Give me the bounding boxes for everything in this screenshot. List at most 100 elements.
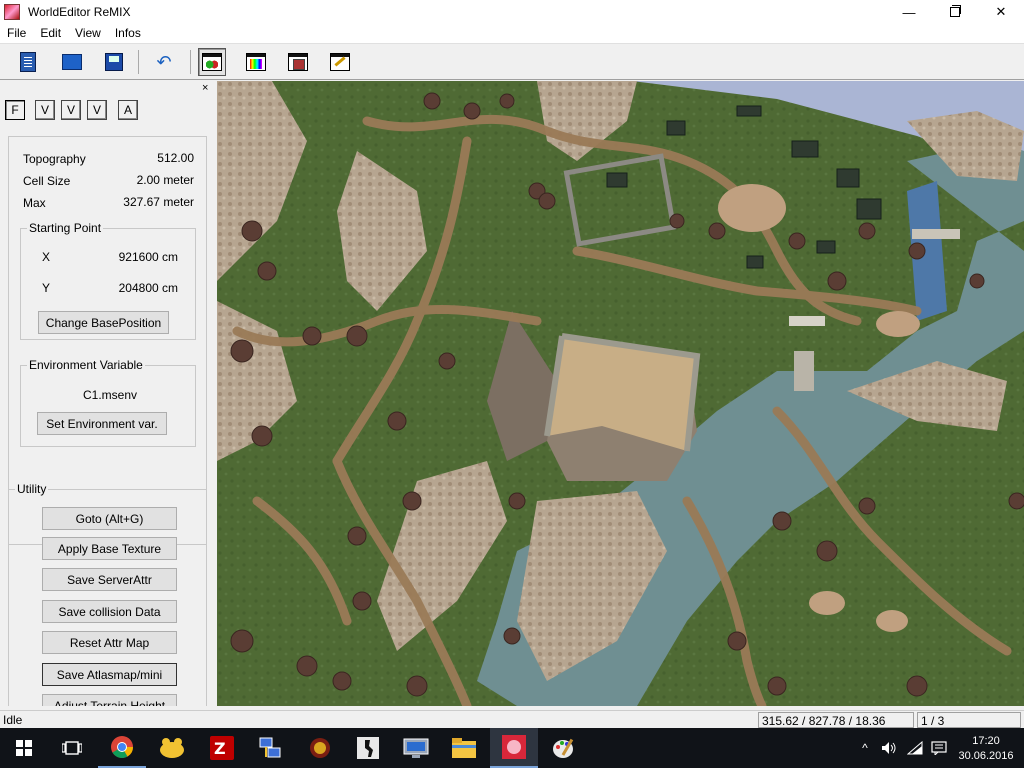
taskbar-app-yellow[interactable]	[148, 728, 196, 768]
taskbar-filezilla[interactable]: Z	[198, 728, 246, 768]
undo-icon: ↶	[156, 51, 172, 72]
mode-button-f[interactable]: F	[5, 100, 25, 120]
taskbar-network[interactable]	[246, 728, 294, 768]
set-environment-button[interactable]: Set Environment var.	[37, 412, 167, 435]
status-bar: Idle 315.62 / 827.78 / 18.36 1 / 3	[0, 710, 1024, 728]
app-yellow-icon	[160, 738, 184, 758]
max-label: Max	[23, 196, 46, 210]
task-view-button[interactable]	[48, 728, 96, 768]
cell-size-value: 2.00 meter	[136, 173, 194, 187]
environment-variable-title: Environment Variable	[27, 358, 145, 372]
goto-button[interactable]: Goto (Alt+G)	[42, 507, 177, 530]
mode-button-v3[interactable]: V	[87, 100, 107, 120]
counter-strike-icon	[357, 737, 379, 759]
reset-attr-map-button[interactable]: Reset Attr Map	[42, 631, 177, 654]
palette-view-icon	[246, 53, 266, 71]
taskbar-clock[interactable]: 17:20 30.06.2016	[956, 734, 1016, 764]
environment-variable-group: Environment Variable C1.msenv Set Enviro…	[20, 358, 196, 447]
taskbar-game[interactable]	[296, 728, 344, 768]
save-atlasmap-button[interactable]: Save Atlasmap/mini	[42, 663, 177, 686]
apply-base-texture-button[interactable]: Apply Base Texture	[42, 537, 177, 560]
menu-file[interactable]: File	[0, 24, 33, 43]
utility-title: Utility	[15, 482, 49, 496]
menu-infos[interactable]: Infos	[108, 24, 148, 43]
menu-view[interactable]: View	[68, 24, 108, 43]
network-icon	[259, 737, 281, 758]
status-state: Idle	[3, 713, 23, 727]
terrain-render	[217, 81, 1024, 706]
starting-point-title: Starting Point	[27, 221, 104, 235]
save-collision-data-button[interactable]: Save collision Data	[42, 600, 177, 623]
texture-view-button[interactable]	[284, 48, 312, 76]
clock-time: 17:20	[972, 735, 1000, 747]
taskbar-chrome[interactable]	[98, 728, 146, 768]
open-button[interactable]	[58, 48, 86, 76]
minimize-icon: —	[902, 4, 916, 20]
mode-button-v2[interactable]: V	[61, 100, 81, 120]
app-icon	[4, 4, 20, 20]
start-button[interactable]	[0, 728, 48, 768]
tray-notifications[interactable]	[928, 728, 950, 768]
taskbar-worldeditor[interactable]	[490, 728, 538, 768]
mode-button-a[interactable]: A	[118, 100, 138, 120]
y-value: 204800 cm	[118, 281, 178, 295]
save-disk-icon	[105, 53, 123, 71]
game-icon	[310, 738, 330, 758]
window-title: WorldEditor ReMIX	[28, 5, 131, 19]
chevron-up-icon: ^	[862, 741, 868, 755]
toolbar-separator	[190, 50, 191, 74]
x-label: X	[42, 250, 51, 264]
new-button[interactable]	[14, 48, 42, 76]
taskbar-counter-strike[interactable]	[344, 728, 392, 768]
wifi-icon	[907, 741, 923, 755]
toolbar-separator	[138, 50, 139, 74]
x-value: 921600 cm	[118, 250, 178, 264]
topography-label: Topography	[23, 152, 86, 166]
taskbar: Z ^ 17:20 30.06.2016	[0, 728, 1024, 768]
menu-bar: File Edit View Infos	[0, 24, 1024, 43]
y-label: Y	[42, 281, 51, 295]
tray-volume[interactable]	[878, 728, 900, 768]
clock-date: 30.06.2016	[958, 750, 1014, 762]
brush-view-icon	[330, 53, 350, 71]
title-bar: WorldEditor ReMIX — ✕	[0, 0, 1024, 24]
chrome-icon	[111, 736, 133, 758]
close-icon: ✕	[995, 4, 1007, 19]
maximize-button[interactable]	[932, 0, 978, 24]
windows-start-icon	[16, 740, 32, 756]
taskbar-paint[interactable]	[540, 728, 588, 768]
status-coordinates: 315.62 / 827.78 / 18.36	[758, 712, 914, 728]
terrain-view-button[interactable]	[198, 48, 226, 76]
panel-close-icon[interactable]: ×	[202, 82, 208, 94]
texture-view-icon	[288, 53, 308, 71]
topography-value: 512.00	[157, 151, 194, 165]
starting-point-group: Starting Point X 921600 cm Y 204800 cm C…	[20, 221, 196, 340]
max-value: 327.67 meter	[123, 195, 194, 209]
taskbar-file-explorer[interactable]	[440, 728, 488, 768]
close-button[interactable]: ✕	[978, 0, 1024, 24]
adjust-terrain-height-button[interactable]: Adjust Terrain Height	[42, 694, 177, 706]
remote-desktop-icon	[403, 738, 429, 758]
undo-button[interactable]: ↶	[150, 48, 178, 76]
mode-button-v1[interactable]: V	[35, 100, 55, 120]
taskbar-remote-desktop[interactable]	[392, 728, 440, 768]
new-document-icon	[20, 52, 36, 72]
worldeditor-icon	[502, 735, 526, 759]
svg-text:Z: Z	[214, 739, 226, 758]
save-button[interactable]	[100, 48, 128, 76]
minimize-button[interactable]: —	[886, 0, 932, 24]
change-base-position-button[interactable]: Change BasePosition	[38, 311, 169, 334]
tray-overflow[interactable]: ^	[855, 728, 875, 768]
environment-file: C1.msenv	[83, 388, 138, 402]
notification-icon	[931, 741, 947, 755]
paint-icon	[553, 738, 574, 758]
brush-view-button[interactable]	[326, 48, 354, 76]
menu-edit[interactable]: Edit	[33, 24, 68, 43]
save-server-attr-button[interactable]: Save ServerAttr	[42, 568, 177, 591]
task-view-icon	[62, 741, 82, 755]
utility-group: Utility Goto (Alt+G) Apply Base Texture …	[8, 482, 207, 706]
tray-network[interactable]	[904, 728, 926, 768]
terrain-viewport[interactable]	[217, 81, 1024, 706]
open-folder-icon	[62, 54, 82, 70]
palette-view-button[interactable]	[242, 48, 270, 76]
